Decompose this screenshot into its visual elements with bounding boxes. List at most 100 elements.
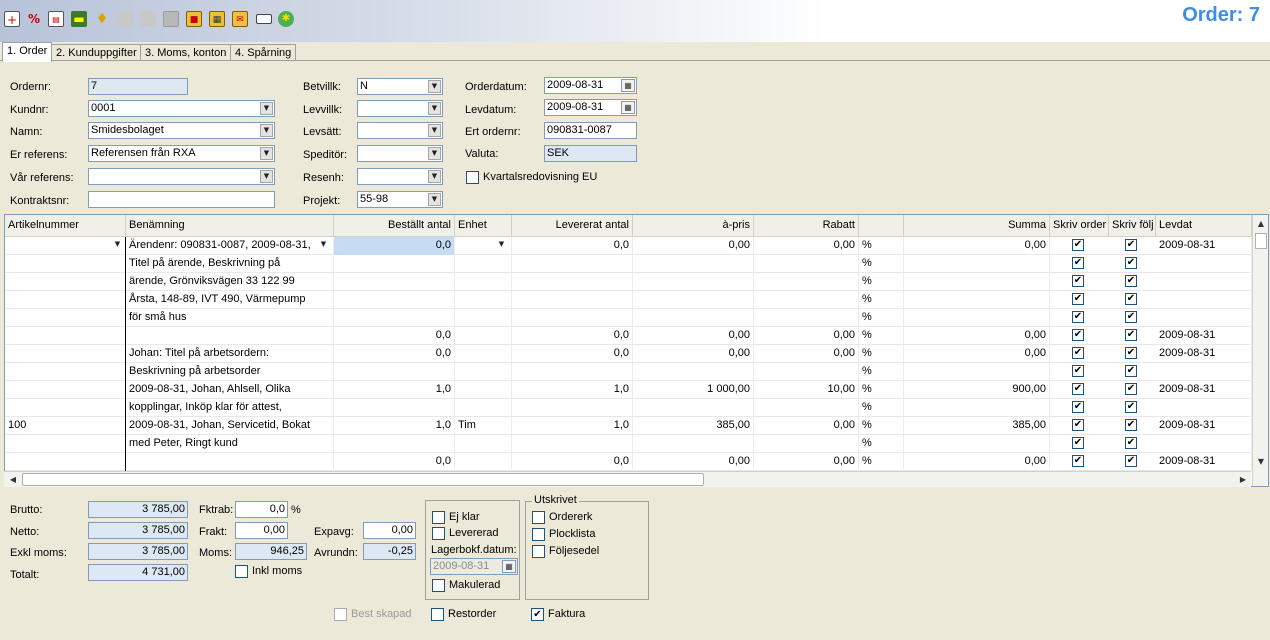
- cell-skriv-folj-checkbox[interactable]: ✔: [1125, 257, 1137, 269]
- cell-best[interactable]: 0,0: [334, 453, 455, 471]
- cell-pris[interactable]: 1 000,00: [633, 381, 754, 399]
- cell-enhet[interactable]: [455, 273, 512, 291]
- chevron-down-icon[interactable]: ▼: [428, 193, 441, 206]
- inkl-moms-checkbox[interactable]: [235, 565, 248, 578]
- cell-skriv-order-checkbox[interactable]: ✔: [1072, 365, 1084, 377]
- cell-pris[interactable]: 0,00: [633, 345, 754, 363]
- cell-levdat[interactable]: 2009-08-31: [1156, 453, 1252, 471]
- cell-pct[interactable]: %: [859, 291, 904, 309]
- expavg-input[interactable]: 0,00: [363, 522, 416, 539]
- col-header-artikelnummer[interactable]: Artikelnummer: [5, 215, 126, 237]
- table-row[interactable]: kopplingar, Inköp klar för attest,% ✔ ✔: [5, 399, 1252, 417]
- cell-lev[interactable]: [512, 363, 633, 381]
- envelope-icon[interactable]: [256, 14, 272, 24]
- cell-ben[interactable]: [126, 327, 334, 345]
- cell-skriv-order-checkbox[interactable]: ✔: [1072, 275, 1084, 287]
- cell-art[interactable]: 100: [5, 417, 126, 435]
- cell-best[interactable]: 0,0: [334, 327, 455, 345]
- cell-levdat[interactable]: [1156, 291, 1252, 309]
- cell-levdat[interactable]: [1156, 435, 1252, 453]
- resenh-combo[interactable]: ▼: [357, 168, 443, 185]
- cell-levdat[interactable]: 2009-08-31: [1156, 381, 1252, 399]
- cell-pris[interactable]: [633, 363, 754, 381]
- speditor-combo[interactable]: ▼: [357, 145, 443, 162]
- cell-skriv-order-checkbox[interactable]: ✔: [1072, 239, 1084, 251]
- cell-pct[interactable]: %: [859, 345, 904, 363]
- cell-rabatt[interactable]: [754, 291, 859, 309]
- cell-enhet[interactable]: [455, 255, 512, 273]
- chevron-down-icon[interactable]: ▼: [260, 170, 273, 183]
- cell-lev[interactable]: [512, 291, 633, 309]
- cell-art[interactable]: [5, 291, 126, 309]
- chevron-down-icon[interactable]: ▼: [428, 170, 441, 183]
- chevron-down-icon[interactable]: ▼: [260, 124, 273, 137]
- table-row[interactable]: Ärendenr: 090831-0087, 2009-08-31, 0,0 0,0…: [5, 237, 1252, 255]
- cell-summa[interactable]: [904, 363, 1050, 381]
- cell-pct[interactable]: %: [859, 309, 904, 327]
- cell-ben[interactable]: Beskrivning på arbetsorder: [126, 363, 334, 381]
- cell-enhet[interactable]: [455, 291, 512, 309]
- cell-lev[interactable]: [512, 255, 633, 273]
- cell-skriv-folj-checkbox[interactable]: ✔: [1125, 239, 1137, 251]
- col-header-levdat[interactable]: Levdat: [1156, 215, 1252, 237]
- horizontal-scrollbar[interactable]: ◀ ▶: [4, 471, 1251, 487]
- cell-skriv-folj-checkbox[interactable]: ✔: [1125, 419, 1137, 431]
- cell-skriv-folj-checkbox[interactable]: ✔: [1125, 347, 1137, 359]
- cell-levdat[interactable]: [1156, 399, 1252, 417]
- cell-pris[interactable]: [633, 309, 754, 327]
- frakt-input[interactable]: 0,00: [235, 522, 288, 539]
- cell-levdat[interactable]: 2009-08-31: [1156, 237, 1252, 255]
- tab-moms-konton[interactable]: 3. Moms, konton: [140, 44, 232, 61]
- cell-lev[interactable]: 0,0: [512, 237, 633, 255]
- cell-pris[interactable]: [633, 273, 754, 291]
- cell-rabatt[interactable]: 0,00: [754, 237, 859, 255]
- cell-best[interactable]: [334, 363, 455, 381]
- chevron-down-icon[interactable]: ▼: [260, 102, 273, 115]
- faktura-checkbox[interactable]: ✔: [531, 608, 544, 621]
- cell-enhet[interactable]: [455, 435, 512, 453]
- cell-pct[interactable]: %: [859, 453, 904, 471]
- cell-pris[interactable]: 0,00: [633, 327, 754, 345]
- cell-summa[interactable]: 0,00: [904, 327, 1050, 345]
- cell-skriv-order-checkbox[interactable]: ✔: [1072, 419, 1084, 431]
- cell-ben[interactable]: Johan: Titel på arbetsordern:: [126, 345, 334, 363]
- ej-klar-checkbox[interactable]: [432, 511, 445, 524]
- cell-art[interactable]: [5, 273, 126, 291]
- kundnr-combo[interactable]: 0001 ▼: [88, 100, 275, 117]
- cell-lev[interactable]: 1,0: [512, 417, 633, 435]
- cell-levdat[interactable]: 2009-08-31: [1156, 417, 1252, 435]
- chevron-down-icon[interactable]: ▼: [428, 102, 441, 115]
- calendar-icon[interactable]: ▦: [621, 101, 635, 114]
- cell-art[interactable]: [5, 327, 126, 345]
- cell-ben[interactable]: Ärendenr: 090831-0087, 2009-08-31,: [126, 237, 334, 255]
- cell-ben[interactable]: kopplingar, Inköp klar för attest,: [126, 399, 334, 417]
- cell-pris[interactable]: 0,00: [633, 453, 754, 471]
- tab-sparning[interactable]: 4. Spårning: [230, 44, 297, 61]
- cell-skriv-folj-checkbox[interactable]: ✔: [1125, 383, 1137, 395]
- new-document-icon[interactable]: +: [4, 11, 20, 27]
- cell-rabatt[interactable]: 10,00: [754, 381, 859, 399]
- cell-summa[interactable]: 385,00: [904, 417, 1050, 435]
- scroll-down-icon[interactable]: ▼: [1255, 457, 1267, 466]
- cell-enhet[interactable]: [455, 399, 512, 417]
- print-icon[interactable]: ■: [186, 11, 202, 27]
- cell-enhet[interactable]: Tim: [455, 417, 512, 435]
- cell-art[interactable]: [5, 345, 126, 363]
- cell-pct[interactable]: %: [859, 435, 904, 453]
- cell-skriv-folj-checkbox[interactable]: ✔: [1125, 455, 1137, 467]
- cart-icon[interactable]: ▬: [71, 11, 87, 27]
- levsatt-combo[interactable]: ▼: [357, 122, 443, 139]
- cell-lev[interactable]: [512, 399, 633, 417]
- cell-skriv-order-checkbox[interactable]: ✔: [1072, 347, 1084, 359]
- cell-pct[interactable]: %: [859, 417, 904, 435]
- scroll-left-icon[interactable]: ◀: [8, 475, 18, 484]
- table-row[interactable]: med Peter, Ringt kund% ✔ ✔: [5, 435, 1252, 453]
- projekt-combo[interactable]: 55-98 ▼: [357, 191, 443, 208]
- cell-rabatt[interactable]: [754, 255, 859, 273]
- cell-rabatt[interactable]: [754, 309, 859, 327]
- table-row[interactable]: 100 2009-08-31, Johan, Servicetid, Bokat 1…: [5, 417, 1252, 435]
- cell-summa[interactable]: 0,00: [904, 237, 1050, 255]
- chevron-down-icon[interactable]: ▼: [111, 239, 124, 252]
- table-row[interactable]: 0,0 0,0 0,00 0,00% 0,00 2009-08-31 ✔ ✔: [5, 453, 1252, 471]
- cell-rabatt[interactable]: [754, 273, 859, 291]
